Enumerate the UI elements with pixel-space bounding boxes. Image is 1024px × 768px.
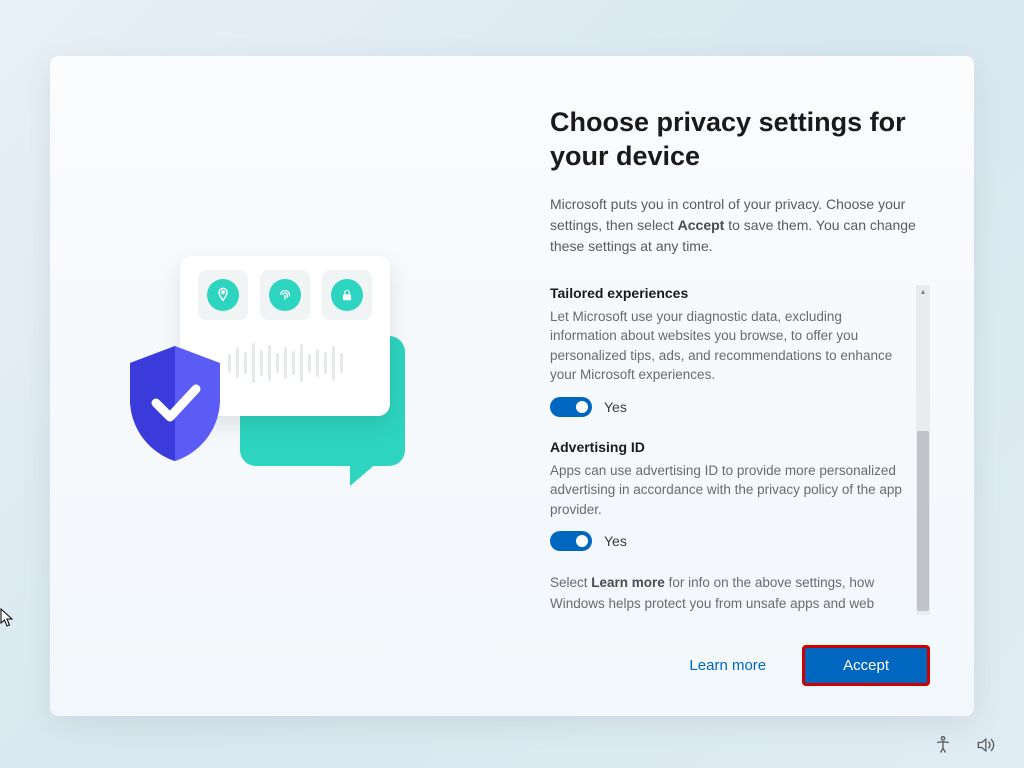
scrollbar[interactable]: ▴ ▾: [916, 285, 930, 616]
setting-title: Advertising ID: [550, 439, 912, 455]
scrollbar-thumb[interactable]: [917, 431, 929, 611]
mouse-cursor-icon: [0, 608, 14, 628]
shield-icon: [120, 341, 230, 466]
setting-title: Tailored experiences: [550, 285, 912, 301]
illustration-icon-row: [194, 270, 376, 320]
toggle-row: Yes: [550, 397, 912, 417]
content-pane: Choose privacy settings for your device …: [510, 56, 974, 716]
lock-icon: [322, 270, 372, 320]
privacy-illustration: [120, 256, 440, 516]
tailored-experiences-toggle[interactable]: [550, 397, 592, 417]
fingerprint-icon: [260, 270, 310, 320]
advertising-id-toggle[interactable]: [550, 531, 592, 551]
learn-more-button[interactable]: Learn more: [669, 647, 786, 684]
setting-advertising-id: Advertising ID Apps can use advertising …: [550, 439, 912, 552]
button-row: Learn more Accept: [550, 615, 930, 686]
scroll-up-arrow-icon[interactable]: ▴: [916, 285, 930, 299]
scroll-down-arrow-icon[interactable]: ▾: [916, 611, 930, 616]
setting-description: Let Microsoft use your diagnostic data, …: [550, 307, 912, 385]
toggle-value-label: Yes: [604, 399, 627, 415]
setup-card: Choose privacy settings for your device …: [50, 56, 974, 716]
speech-bubble-tail: [350, 456, 385, 486]
footer-note: Select Learn more for info on the above …: [550, 573, 912, 615]
toggle-row: Yes: [550, 531, 912, 551]
settings-scroll-area: Tailored experiences Let Microsoft use y…: [550, 285, 930, 616]
setting-description: Apps can use advertising ID to provide m…: [550, 461, 912, 520]
footer-note-bold: Learn more: [591, 575, 665, 590]
toggle-value-label: Yes: [604, 533, 627, 549]
location-pin-icon: [198, 270, 248, 320]
system-tray: [932, 734, 996, 756]
page-subtitle: Microsoft puts you in control of your pr…: [550, 194, 930, 257]
footer-note-text: Select: [550, 575, 591, 590]
volume-icon[interactable]: [974, 734, 996, 756]
subtitle-bold: Accept: [678, 217, 725, 233]
accessibility-icon[interactable]: [932, 734, 954, 756]
illustration-pane: [50, 56, 510, 716]
accept-button[interactable]: Accept: [802, 645, 930, 686]
page-title: Choose privacy settings for your device: [550, 106, 930, 174]
setting-tailored-experiences: Tailored experiences Let Microsoft use y…: [550, 285, 912, 417]
